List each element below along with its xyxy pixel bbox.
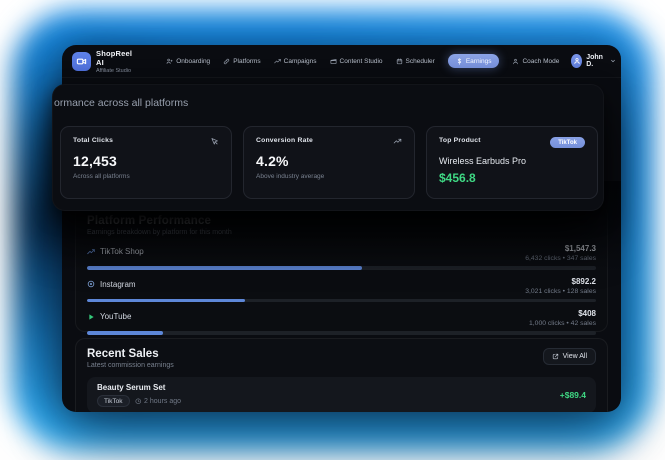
cursor-click-icon (210, 137, 219, 146)
brand[interactable]: ShopReel AI Affiliate Studio (72, 49, 132, 74)
section-title: Recent Sales (87, 348, 174, 360)
navbar: ShopReel AI Affiliate Studio Onboarding … (62, 45, 621, 78)
external-link-icon (552, 353, 559, 360)
dollar-icon (456, 58, 463, 65)
chevron-down-icon (610, 58, 616, 64)
clock-icon (135, 398, 142, 405)
view-all-label: View All (563, 353, 587, 360)
platform-earnings: $408 (529, 309, 596, 318)
platform-name: YouTube (100, 312, 131, 321)
nav-item-campaigns[interactable]: Campaigns (274, 58, 317, 65)
platform-row-tiktok-shop: TikTok Shop $1,547.3 6,432 clicks • 347 … (87, 244, 596, 270)
video-camera-icon (72, 52, 91, 71)
section-subtitle: Latest commission earnings (87, 362, 174, 369)
nav-item-onboarding[interactable]: Onboarding (166, 58, 210, 65)
stat-card-top-product: Top Product TikTok Wireless Earbuds Pro … (426, 126, 598, 199)
platform-row-instagram: Instagram $892.2 3,021 clicks • 128 sale… (87, 277, 596, 303)
recent-sales-section: Recent Sales Latest commission earnings … (75, 338, 608, 412)
platform-details: 3,021 clicks • 128 sales (525, 288, 596, 295)
nav-item-content-studio[interactable]: Content Studio (330, 58, 383, 65)
calendar-icon (396, 58, 403, 65)
progress-track (87, 331, 596, 335)
stat-card-total-clicks: Total Clicks 12,453 Across all platforms (60, 126, 232, 199)
platform-name: TikTok Shop (100, 247, 144, 256)
platform-earnings: $1,547.3 (525, 244, 596, 253)
stat-subtext: Above industry average (256, 173, 402, 180)
sale-time: 2 hours ago (144, 398, 181, 405)
progress-fill (87, 331, 163, 335)
top-product-earnings: $456.8 (439, 171, 585, 185)
user-icon (512, 58, 519, 65)
user-plus-icon (166, 58, 173, 65)
overview-panel: ormance across all platforms Total Click… (52, 84, 604, 211)
platform-earnings: $892.2 (525, 277, 596, 286)
stat-card-conversion-rate: Conversion Rate 4.2% Above industry aver… (243, 126, 415, 199)
brand-name: ShopReel AI (96, 49, 132, 67)
brand-text: ShopReel AI Affiliate Studio (96, 49, 132, 74)
nav-items: Onboarding Platforms Campaigns Content S… (166, 54, 559, 68)
sale-info: Beauty Serum Set TikTok 2 hours ago (97, 383, 181, 407)
nav-item-platforms[interactable]: Platforms (223, 58, 260, 65)
stat-label: Total Clicks (73, 137, 113, 144)
stat-subtext: Across all platforms (73, 173, 219, 180)
progress-fill (87, 266, 362, 270)
clapperboard-icon (330, 58, 337, 65)
progress-fill (87, 299, 245, 303)
tiktok-badge: TikTok (550, 137, 585, 148)
trending-up-icon (393, 137, 402, 146)
nav-item-label: Content Studio (340, 58, 383, 65)
nav-item-scheduler[interactable]: Scheduler (396, 58, 435, 65)
user-name: John D. (586, 54, 606, 68)
user-menu[interactable]: John D. (571, 54, 616, 68)
platform-rows: TikTok Shop $1,547.3 6,432 clicks • 347 … (87, 244, 596, 335)
avatar (571, 54, 582, 68)
progress-track (87, 266, 596, 270)
stat-cards: Total Clicks 12,453 Across all platforms… (60, 126, 598, 199)
platform-details: 1,000 clicks • 42 sales (529, 320, 596, 327)
nav-item-label: Campaigns (284, 58, 317, 65)
trending-up-icon (87, 248, 95, 256)
section-title: Platform Performance (87, 215, 596, 227)
platform-name: Instagram (100, 280, 136, 289)
stat-label: Top Product (439, 137, 481, 144)
nav-item-label: Coach Mode (522, 58, 559, 65)
nav-item-label: Scheduler (406, 58, 435, 65)
stat-value: 4.2% (256, 153, 402, 169)
platform-badge: TikTok (97, 395, 130, 407)
link-icon (223, 58, 230, 65)
progress-track (87, 299, 596, 303)
camera-lens-icon (87, 280, 95, 288)
sale-amount: +$89.4 (560, 390, 586, 400)
view-all-button[interactable]: View All (543, 348, 596, 365)
platform-performance-section: Platform Performance Earnings breakdown … (75, 205, 608, 332)
sale-product: Beauty Serum Set (97, 383, 181, 392)
nav-item-label: Earnings (466, 58, 492, 65)
nav-item-label: Onboarding (176, 58, 210, 65)
platform-row-youtube: YouTube $408 1,000 clicks • 42 sales (87, 309, 596, 335)
sale-list-item[interactable]: Beauty Serum Set TikTok 2 hours ago +$89… (87, 377, 596, 412)
top-product-name: Wireless Earbuds Pro (439, 156, 585, 166)
nav-item-earnings[interactable]: Earnings (448, 54, 500, 68)
section-subtitle: Earnings breakdown by platform for this … (87, 229, 596, 236)
stat-label: Conversion Rate (256, 137, 313, 144)
canvas: ShopReel AI Affiliate Studio Onboarding … (0, 0, 665, 460)
nav-item-coach-mode[interactable]: Coach Mode (512, 58, 559, 65)
stat-value: 12,453 (73, 153, 219, 169)
trending-up-icon (274, 58, 281, 65)
brand-subtitle: Affiliate Studio (96, 68, 132, 74)
play-icon (87, 313, 95, 321)
platform-details: 6,432 clicks • 347 sales (525, 255, 596, 262)
recent-sales-header: Recent Sales Latest commission earnings (87, 348, 174, 369)
nav-item-label: Platforms (233, 58, 260, 65)
overview-heading: ormance across all platforms (54, 97, 188, 109)
